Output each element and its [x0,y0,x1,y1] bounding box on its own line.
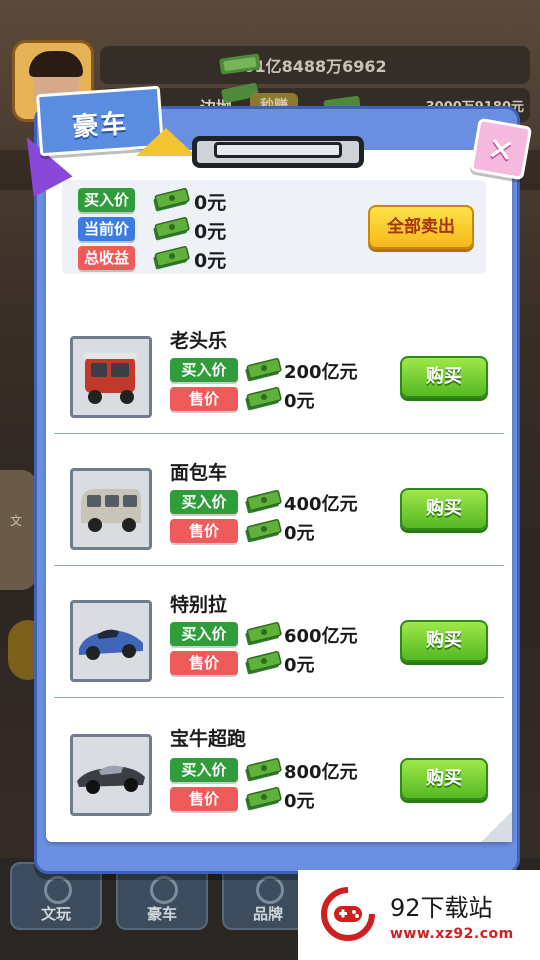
car-icon [150,876,178,904]
close-button[interactable]: ✕ [469,117,533,181]
buy-price-value: 800亿元 [284,762,358,783]
clip-inner [214,142,342,158]
summary-row-current: 当前价 0元 [78,216,226,243]
buy-button[interactable]: 购买 [400,488,488,530]
summary-buy-value: 0元 [194,192,227,214]
car-name: 面包车 [170,462,228,484]
buy-price-tag: 买入价 [170,622,238,646]
car-name: 宝牛超跑 [170,728,247,750]
money-bill-icon [152,216,190,247]
car-list-item: 特别拉 买入价 600亿元 售价 0元 购买 [54,566,504,698]
sell-price-row: 售价 0元 [170,786,315,813]
sell-price-value: 0元 [284,523,315,544]
money-bill-icon [152,245,190,276]
money-bill-icon [244,621,282,652]
summary-row-profit: 总收益 0元 [78,245,226,272]
money-bill-icon [244,786,282,817]
van-icon [70,468,152,550]
car-list-item: 老头乐 买入价 200亿元 售价 0元 购买 [54,302,504,434]
tuk-tuk-car-icon [70,336,152,418]
item-divider [54,697,504,698]
beads-icon [44,876,72,904]
site-watermark: 92下载站 www.xz92.com [298,870,540,960]
car-name: 老头乐 [170,330,228,352]
car-list-item: 宝牛超跑 买入价 800亿元 售价 0元 购买 [54,700,504,832]
summary-current-value: 0元 [194,221,227,243]
buy-price-row: 买入价 800亿元 [170,757,358,784]
money-bill-icon [244,518,282,549]
money-bill-icon [244,357,282,388]
brand-icon [256,876,284,904]
dock-tab-label: 文玩 [40,905,71,923]
car-name: 特别拉 [170,594,228,616]
gamepad-logo-icon [320,886,376,942]
money-bill-icon [244,650,282,681]
sell-price-row: 售价 0元 [170,386,315,413]
watermark-title: 92下载站 [390,894,493,922]
sell-price-tag: 售价 [170,651,238,675]
decor-triangle-yellow [136,128,196,156]
money-bill-icon [244,489,282,520]
buy-button[interactable]: 购买 [400,620,488,662]
money-bill-icon [244,757,282,788]
car-list-item: 面包车 买入价 400亿元 售价 0元 购买 [54,434,504,566]
buy-price-value: 600亿元 [284,626,358,647]
sell-all-button[interactable]: 全部卖出 [368,205,474,249]
total-money-value: 61亿8488万6962 [243,57,387,76]
sell-price-tag: 售价 [170,787,238,811]
sell-price-tag: 售价 [170,387,238,411]
avatar-hair [29,51,83,77]
total-money-bar: 61亿8488万6962 [100,46,530,84]
money-bill-icon [218,52,262,80]
money-bill-icon [152,187,190,218]
buy-price-tag: 买入价 [78,188,136,212]
buy-price-row: 买入价 600亿元 [170,621,358,648]
money-bill-icon [244,386,282,417]
watermark-url[interactable]: www.xz92.com [390,926,514,942]
clipboard-clip [192,132,364,172]
summary-row-buy: 买入价 0元 [78,187,226,214]
close-icon: ✕ [484,128,518,172]
buy-price-value: 400亿元 [284,494,358,515]
sports-car-icon [70,600,152,682]
buy-price-tag: 买入价 [170,358,238,382]
buy-price-row: 买入价 400亿元 [170,489,358,516]
sell-price-value: 0元 [284,655,315,676]
sell-price-tag: 售价 [170,519,238,543]
sell-price-value: 0元 [284,791,315,812]
supercar-icon [70,734,152,816]
buy-price-value: 200亿元 [284,362,358,383]
summary-profit-value: 0元 [194,250,227,272]
buy-button[interactable]: 购买 [400,356,488,398]
sell-price-row: 售价 0元 [170,518,315,545]
sell-price-value: 0元 [284,391,315,412]
current-price-tag: 当前价 [78,217,136,241]
buy-price-row: 买入价 200亿元 [170,357,358,384]
buy-price-tag: 买入价 [170,490,238,514]
buy-button[interactable]: 购买 [400,758,488,800]
side-left-tab[interactable]: 文 [0,470,36,590]
dock-tab-label: 豪车 [146,905,177,923]
sell-price-row: 售价 0元 [170,650,315,677]
side-left-label: 文 [10,514,23,528]
total-profit-tag: 总收益 [78,246,136,270]
buy-price-tag: 买入价 [170,758,238,782]
